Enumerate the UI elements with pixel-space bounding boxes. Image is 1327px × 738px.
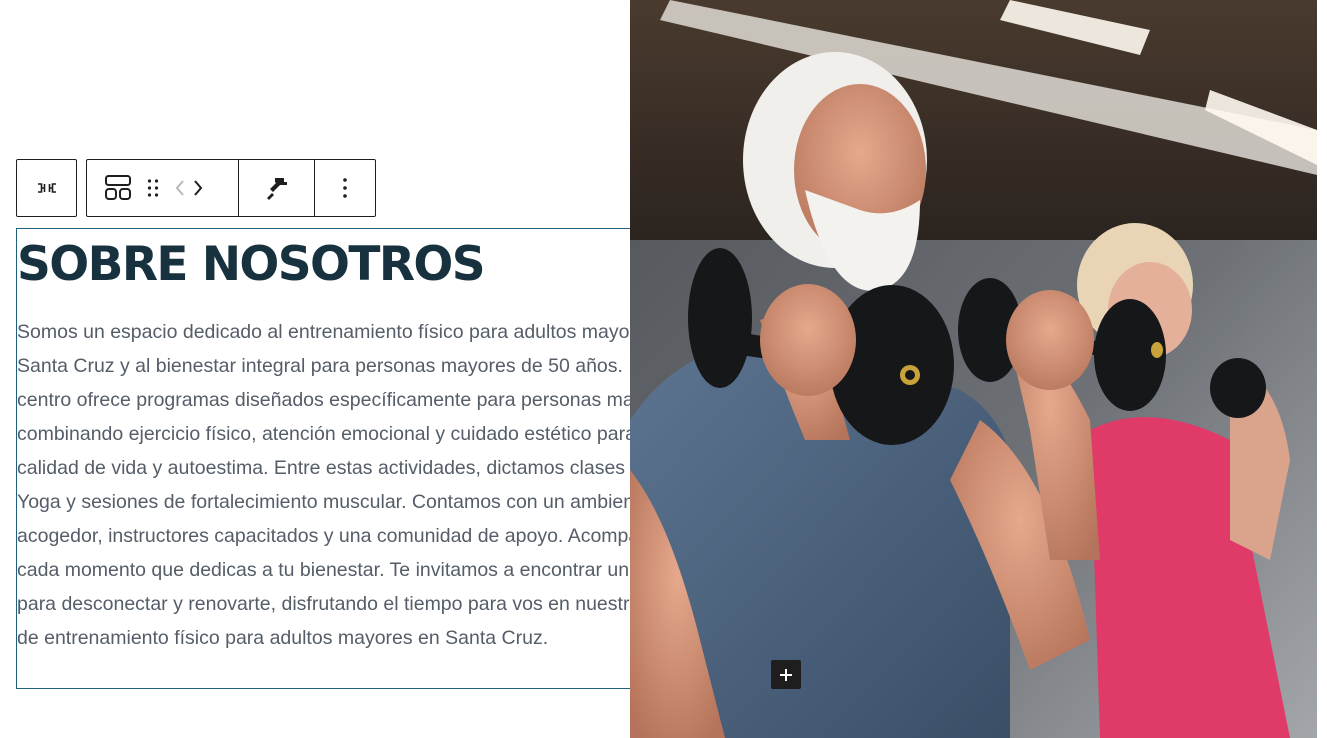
chevron-left-icon <box>175 180 184 196</box>
gym-photo[interactable] <box>630 0 1317 738</box>
block-toolbar-group-style <box>238 160 314 216</box>
move-right-button[interactable] <box>192 178 204 198</box>
paragraph-line: Yoga y sesiones de fortalecimiento muscu… <box>17 491 651 513</box>
select-parent-block-button[interactable] <box>16 159 77 217</box>
paragraph-line: de entrenamiento físico para adultos may… <box>17 627 549 649</box>
apply-styles-button[interactable] <box>264 175 290 201</box>
paragraph-line: centro ofrece programas diseñados especí… <box>17 389 687 411</box>
brush-icon <box>266 178 287 200</box>
block-type-button[interactable] <box>104 174 132 202</box>
paragraph-line: para desconectar y renovarte, disfrutand… <box>17 593 700 615</box>
block-toolbar <box>86 159 376 217</box>
paragraph-line: calidad de vida y autoestima. Entre esta… <box>17 457 653 479</box>
plus-icon <box>780 668 792 681</box>
paragraph-line: acogedor, instructores capacitados y una… <box>17 525 698 547</box>
about-paragraph[interactable]: Somos un espacio dedicado al entrenamien… <box>17 315 717 655</box>
paragraph-line: Santa Cruz y al bienestar integral para … <box>17 355 697 377</box>
drag-handle[interactable] <box>146 177 160 199</box>
more-vertical-icon <box>343 178 347 198</box>
chevron-right-icon <box>194 180 203 196</box>
photo-illustration <box>630 0 1317 738</box>
paragraph-line: Somos un espacio dedicado al entrenamien… <box>17 321 684 343</box>
layout-grid-icon <box>105 175 131 200</box>
move-left-button[interactable] <box>174 178 186 198</box>
page-title[interactable]: SOBRE NOSOTROS <box>17 237 486 292</box>
options-button[interactable] <box>342 177 348 199</box>
selected-content-block[interactable]: SOBRE NOSOTROS Somos un espacio dedicado… <box>16 228 707 689</box>
drag-handle-icon <box>147 179 159 197</box>
block-toolbar-group-move <box>87 160 238 216</box>
paragraph-line: cada momento que dedicas a tu bienestar.… <box>17 559 702 581</box>
add-block-button[interactable] <box>771 660 801 689</box>
paragraph-line: combinando ejercicio físico, atención em… <box>17 423 708 445</box>
parent-block-icon <box>37 183 56 193</box>
block-toolbar-group-options <box>314 160 375 216</box>
